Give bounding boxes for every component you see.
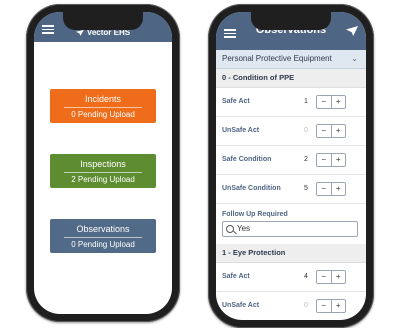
inspections-tile[interactable]: Inspections 2 Pending Upload — [50, 154, 156, 188]
row-label: Safe Condition — [222, 156, 272, 163]
plus-button[interactable]: + — [332, 183, 346, 195]
minus-button[interactable]: − — [317, 125, 332, 137]
count-stepper: − + — [316, 182, 346, 196]
section-header: 1 - Eye Protection — [216, 244, 366, 263]
notch — [251, 12, 331, 30]
inspections-title: Inspections — [80, 159, 126, 169]
count-stepper: − + — [316, 124, 346, 138]
row-label: Safe Act — [222, 98, 250, 105]
follow-up-label: Follow Up Required — [222, 211, 288, 218]
minus-button[interactable]: − — [317, 271, 332, 283]
row-count: 5 — [304, 185, 308, 192]
row-label: UnSafe Act — [222, 302, 260, 309]
left-phone: Vector EHS Incidents 0 Pending Upload In… — [26, 4, 180, 322]
follow-up-field: Follow Up Required Yes — [216, 206, 366, 246]
tile-divider — [64, 107, 142, 108]
row-count: 0 — [304, 302, 308, 309]
minus-button[interactable]: − — [317, 96, 332, 108]
chevron-down-icon: ⌄ — [351, 54, 358, 63]
minus-button[interactable]: − — [317, 183, 332, 195]
row-count: 4 — [304, 273, 308, 280]
category-label: Personal Protective Equipment — [222, 54, 332, 63]
count-stepper: − + — [316, 153, 346, 167]
inspections-pending: 2 Pending Upload — [71, 175, 135, 184]
plus-button[interactable]: + — [332, 154, 346, 166]
count-stepper: − + — [316, 270, 346, 284]
incidents-pending: 0 Pending Upload — [71, 110, 135, 119]
minus-button[interactable]: − — [317, 300, 332, 312]
follow-up-value: Yes — [237, 224, 251, 233]
list-item: Safe Act 1 − + — [216, 88, 366, 117]
observations-pending: 0 Pending Upload — [71, 240, 135, 249]
list-item: Safe Act 4 − + — [216, 263, 366, 292]
list-item: Safe Condition 2 − + — [216, 146, 366, 175]
notch — [63, 12, 143, 30]
count-stepper: − + — [316, 95, 346, 109]
follow-up-select[interactable]: Yes — [222, 221, 358, 237]
minus-button[interactable]: − — [317, 154, 332, 166]
plus-button[interactable]: + — [332, 300, 346, 312]
right-screen: Observations Personal Protective Equipme… — [216, 12, 366, 320]
left-screen: Vector EHS Incidents 0 Pending Upload In… — [34, 12, 172, 314]
plus-button[interactable]: + — [332, 125, 346, 137]
incidents-title: Incidents — [84, 94, 122, 104]
tile-divider — [64, 237, 142, 238]
row-count: 2 — [304, 156, 308, 163]
right-phone: Observations Personal Protective Equipme… — [208, 4, 374, 328]
list-item: UnSafe Act 0 − + — [216, 292, 366, 320]
search-icon — [226, 225, 234, 233]
observations-tile[interactable]: Observations 0 Pending Upload — [50, 219, 156, 253]
plus-button[interactable]: + — [332, 96, 346, 108]
incidents-tile[interactable]: Incidents 0 Pending Upload — [50, 89, 156, 123]
row-label: Safe Act — [222, 273, 250, 280]
row-count: 0 — [304, 127, 308, 134]
category-dropdown[interactable]: Personal Protective Equipment ⌄ — [216, 50, 366, 69]
list-item: UnSafe Condition 5 − + — [216, 175, 366, 204]
row-label: UnSafe Act — [222, 127, 260, 134]
tile-divider — [64, 172, 142, 173]
paper-plane-icon — [75, 29, 84, 36]
observations-title: Observations — [76, 224, 130, 234]
count-stepper: − + — [316, 299, 346, 313]
plus-button[interactable]: + — [332, 271, 346, 283]
section-header: 0 - Condition of PPE — [216, 69, 366, 88]
row-label: UnSafe Condition — [222, 185, 281, 192]
row-count: 1 — [304, 98, 308, 105]
list-item: UnSafe Act 0 − + — [216, 117, 366, 146]
